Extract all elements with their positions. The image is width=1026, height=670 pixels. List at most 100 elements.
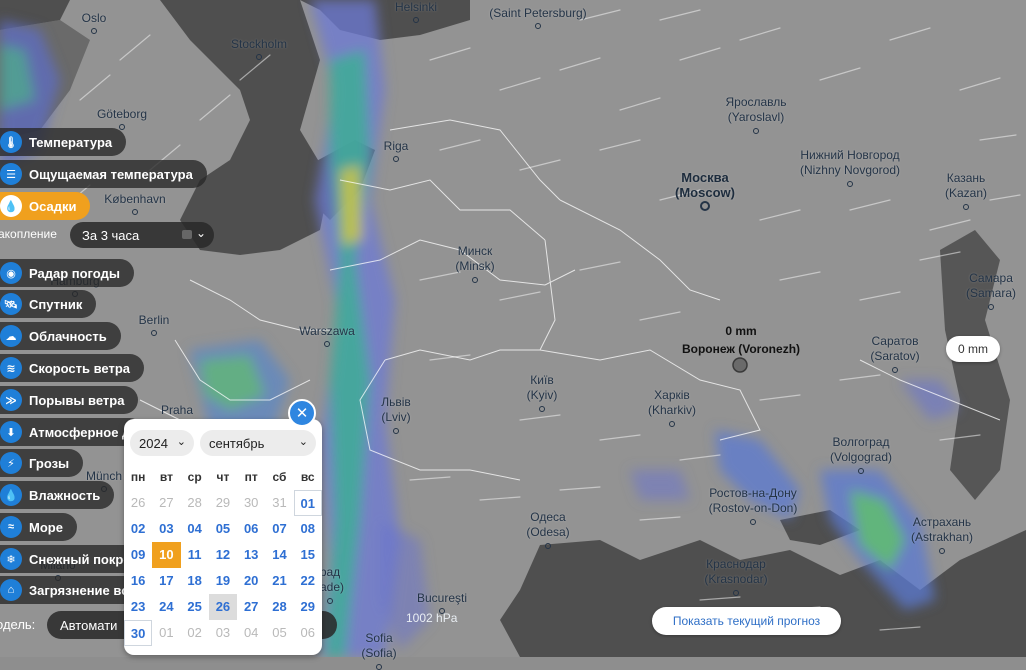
calendar-day: 01	[159, 625, 174, 640]
calendar-day[interactable]: 08	[294, 516, 322, 542]
layer-item-precipitation[interactable]: 💧 Осадки	[0, 192, 91, 220]
city-label-kyiv: Київ (Kyiv)	[527, 373, 558, 403]
thermometer-icon: 🌡	[0, 131, 22, 153]
city-dot-kazan	[963, 204, 969, 210]
layer-item-wind-gusts[interactable]: ≫ Порывы ветра	[0, 386, 139, 414]
layer-item-pressure[interactable]: ⬇ Атмосферное д	[0, 418, 145, 446]
calendar-day[interactable]: 03	[152, 516, 180, 542]
city-name-latin: (Volgograd)	[829, 450, 893, 464]
calendar-day: 03	[215, 625, 231, 640]
calendar-day-selected[interactable]: 26	[208, 594, 238, 620]
year-select[interactable]: 2024 ⌄	[130, 430, 194, 456]
calendar-day[interactable]: 01	[293, 490, 322, 516]
calendar-day[interactable]: 30	[124, 620, 153, 646]
city-label-stockholm: Stockholm	[231, 37, 287, 52]
layer-item-thunderstorm[interactable]: ⚡ Грозы	[0, 449, 84, 477]
month-value: сентябрь	[209, 435, 265, 451]
layer-item-label: Влажность	[29, 487, 101, 503]
city-label-riga: Riga	[384, 139, 409, 154]
calendar-week: 02 03 04 05 06 07 08	[124, 516, 322, 542]
pressure-label: 1002 hPa	[406, 611, 458, 625]
city-dot-yaroslavl	[753, 128, 759, 134]
close-calendar-button[interactable]: ✕	[288, 399, 316, 427]
calendar-day[interactable]: 20	[237, 568, 265, 594]
city-label-volgograd: Волгоград (Volgograd)	[830, 435, 892, 465]
city-dot-oslo	[91, 28, 97, 34]
city-label-moskva: Москва (Moscow)	[675, 170, 735, 200]
weekday-label: сб	[272, 470, 287, 484]
city-name: Астрахань	[912, 515, 972, 529]
calendar-day[interactable]: 09	[124, 542, 152, 568]
layer-item-label: Загрязнение во	[29, 582, 130, 598]
selected-city-name[interactable]: Воронеж (Voronezh)	[682, 342, 800, 356]
calendar-day[interactable]: 19	[209, 568, 237, 594]
city-dot-moskva	[700, 201, 710, 211]
layer-item-clouds[interactable]: ☁ Облачность	[0, 322, 121, 350]
calendar-day[interactable]: 12	[209, 542, 237, 568]
layer-item-sea[interactable]: ≈ Море	[0, 513, 77, 541]
city-name: Нижний Новгород	[800, 148, 900, 162]
calendar-week: 23 24 25 26 27 28 29	[124, 594, 322, 620]
calendar-day[interactable]: 25	[181, 594, 209, 620]
layer-item-wind-speed[interactable]: ≋ Скорость ветра	[0, 354, 144, 382]
calendar-grid: пн вт ср чт пт сб вс 26 27 28 29 30 31 01 02 03 04 05 06 0…	[124, 464, 322, 646]
city-label-kobenhavn: København	[104, 192, 165, 207]
calendar-day[interactable]: 16	[124, 568, 152, 594]
layer-item-label: Скорость ветра	[29, 360, 130, 376]
layer-item-temperature[interactable]: 🌡 Температура	[0, 128, 127, 156]
calendar-day[interactable]: 04	[181, 516, 209, 542]
calendar-day[interactable]: 13	[237, 542, 265, 568]
calendar-day[interactable]: 29	[294, 594, 322, 620]
snowflake-icon: ❄	[0, 548, 22, 570]
calendar-day[interactable]: 07	[265, 516, 293, 542]
layer-item-satellite[interactable]: 🛰 Спутник	[0, 290, 97, 318]
city-dot-minsk	[472, 277, 478, 283]
calendar-day[interactable]: 22	[294, 568, 322, 594]
city-name: Warszawa	[299, 324, 355, 338]
calendar-day[interactable]: 02	[124, 516, 152, 542]
calendar-day[interactable]: 21	[265, 568, 293, 594]
city-name-latin: (Kazan)	[944, 186, 988, 200]
city-dot-saratov	[892, 367, 898, 373]
layer-item-pollution[interactable]: ⌂ Загрязнение во	[0, 576, 144, 604]
city-dot-odesa	[545, 543, 551, 549]
calendar-day[interactable]: 05	[209, 516, 237, 542]
weekday-label: вс	[300, 470, 315, 484]
city-label-berlin: Berlin	[139, 313, 170, 328]
city-name: Казань	[946, 171, 986, 185]
city-label-praha: Praha	[161, 403, 193, 418]
month-select[interactable]: сентябрь ⌄	[200, 430, 316, 456]
accumulation-select[interactable]: За 3 часа ⌄	[70, 222, 214, 248]
calendar-day[interactable]: 18	[181, 568, 209, 594]
calendar-day: 28	[187, 495, 202, 510]
city-name: (Saint Petersburg)	[489, 6, 587, 20]
city-name-latin: (Lviv)	[381, 410, 411, 424]
city-name: Ярославль	[725, 95, 787, 109]
weekday-label: пт	[244, 470, 258, 484]
city-name: Riga	[383, 139, 409, 153]
layer-item-label: Осадки	[29, 198, 77, 214]
city-label-spb: (Saint Petersburg)	[489, 6, 586, 21]
show-forecast-button[interactable]: Показать текущий прогноз	[652, 607, 841, 635]
voronezh-marker	[732, 357, 748, 373]
layer-item-humidity[interactable]: 💧 Влажность	[0, 481, 115, 509]
calendar-day-today[interactable]: 10	[152, 542, 181, 568]
city-name: Stockholm	[230, 37, 288, 51]
calendar-day[interactable]: 23	[124, 594, 152, 620]
calendar-day[interactable]: 15	[294, 542, 322, 568]
city-label-krasnodar: Краснодар (Krasnodar)	[704, 557, 767, 587]
layer-item-label: Радар погоды	[29, 265, 120, 281]
calendar-day[interactable]: 06	[237, 516, 265, 542]
calendar-day[interactable]: 14	[265, 542, 293, 568]
city-name: Одеса	[530, 510, 566, 524]
calendar-day[interactable]: 11	[181, 542, 209, 568]
city-name: Oslo	[81, 11, 107, 25]
city-name-latin: (Odesa)	[526, 525, 570, 539]
calendar-day[interactable]: 24	[152, 594, 180, 620]
city-dot-lviv	[393, 428, 399, 434]
calendar-day[interactable]: 27	[237, 594, 265, 620]
layer-item-radar[interactable]: ◉ Радар погоды	[0, 259, 134, 287]
calendar-day[interactable]: 28	[265, 594, 293, 620]
calendar-day[interactable]: 17	[152, 568, 180, 594]
layer-item-feels-like[interactable]: ☰ Ощущаемая температура	[0, 160, 207, 188]
